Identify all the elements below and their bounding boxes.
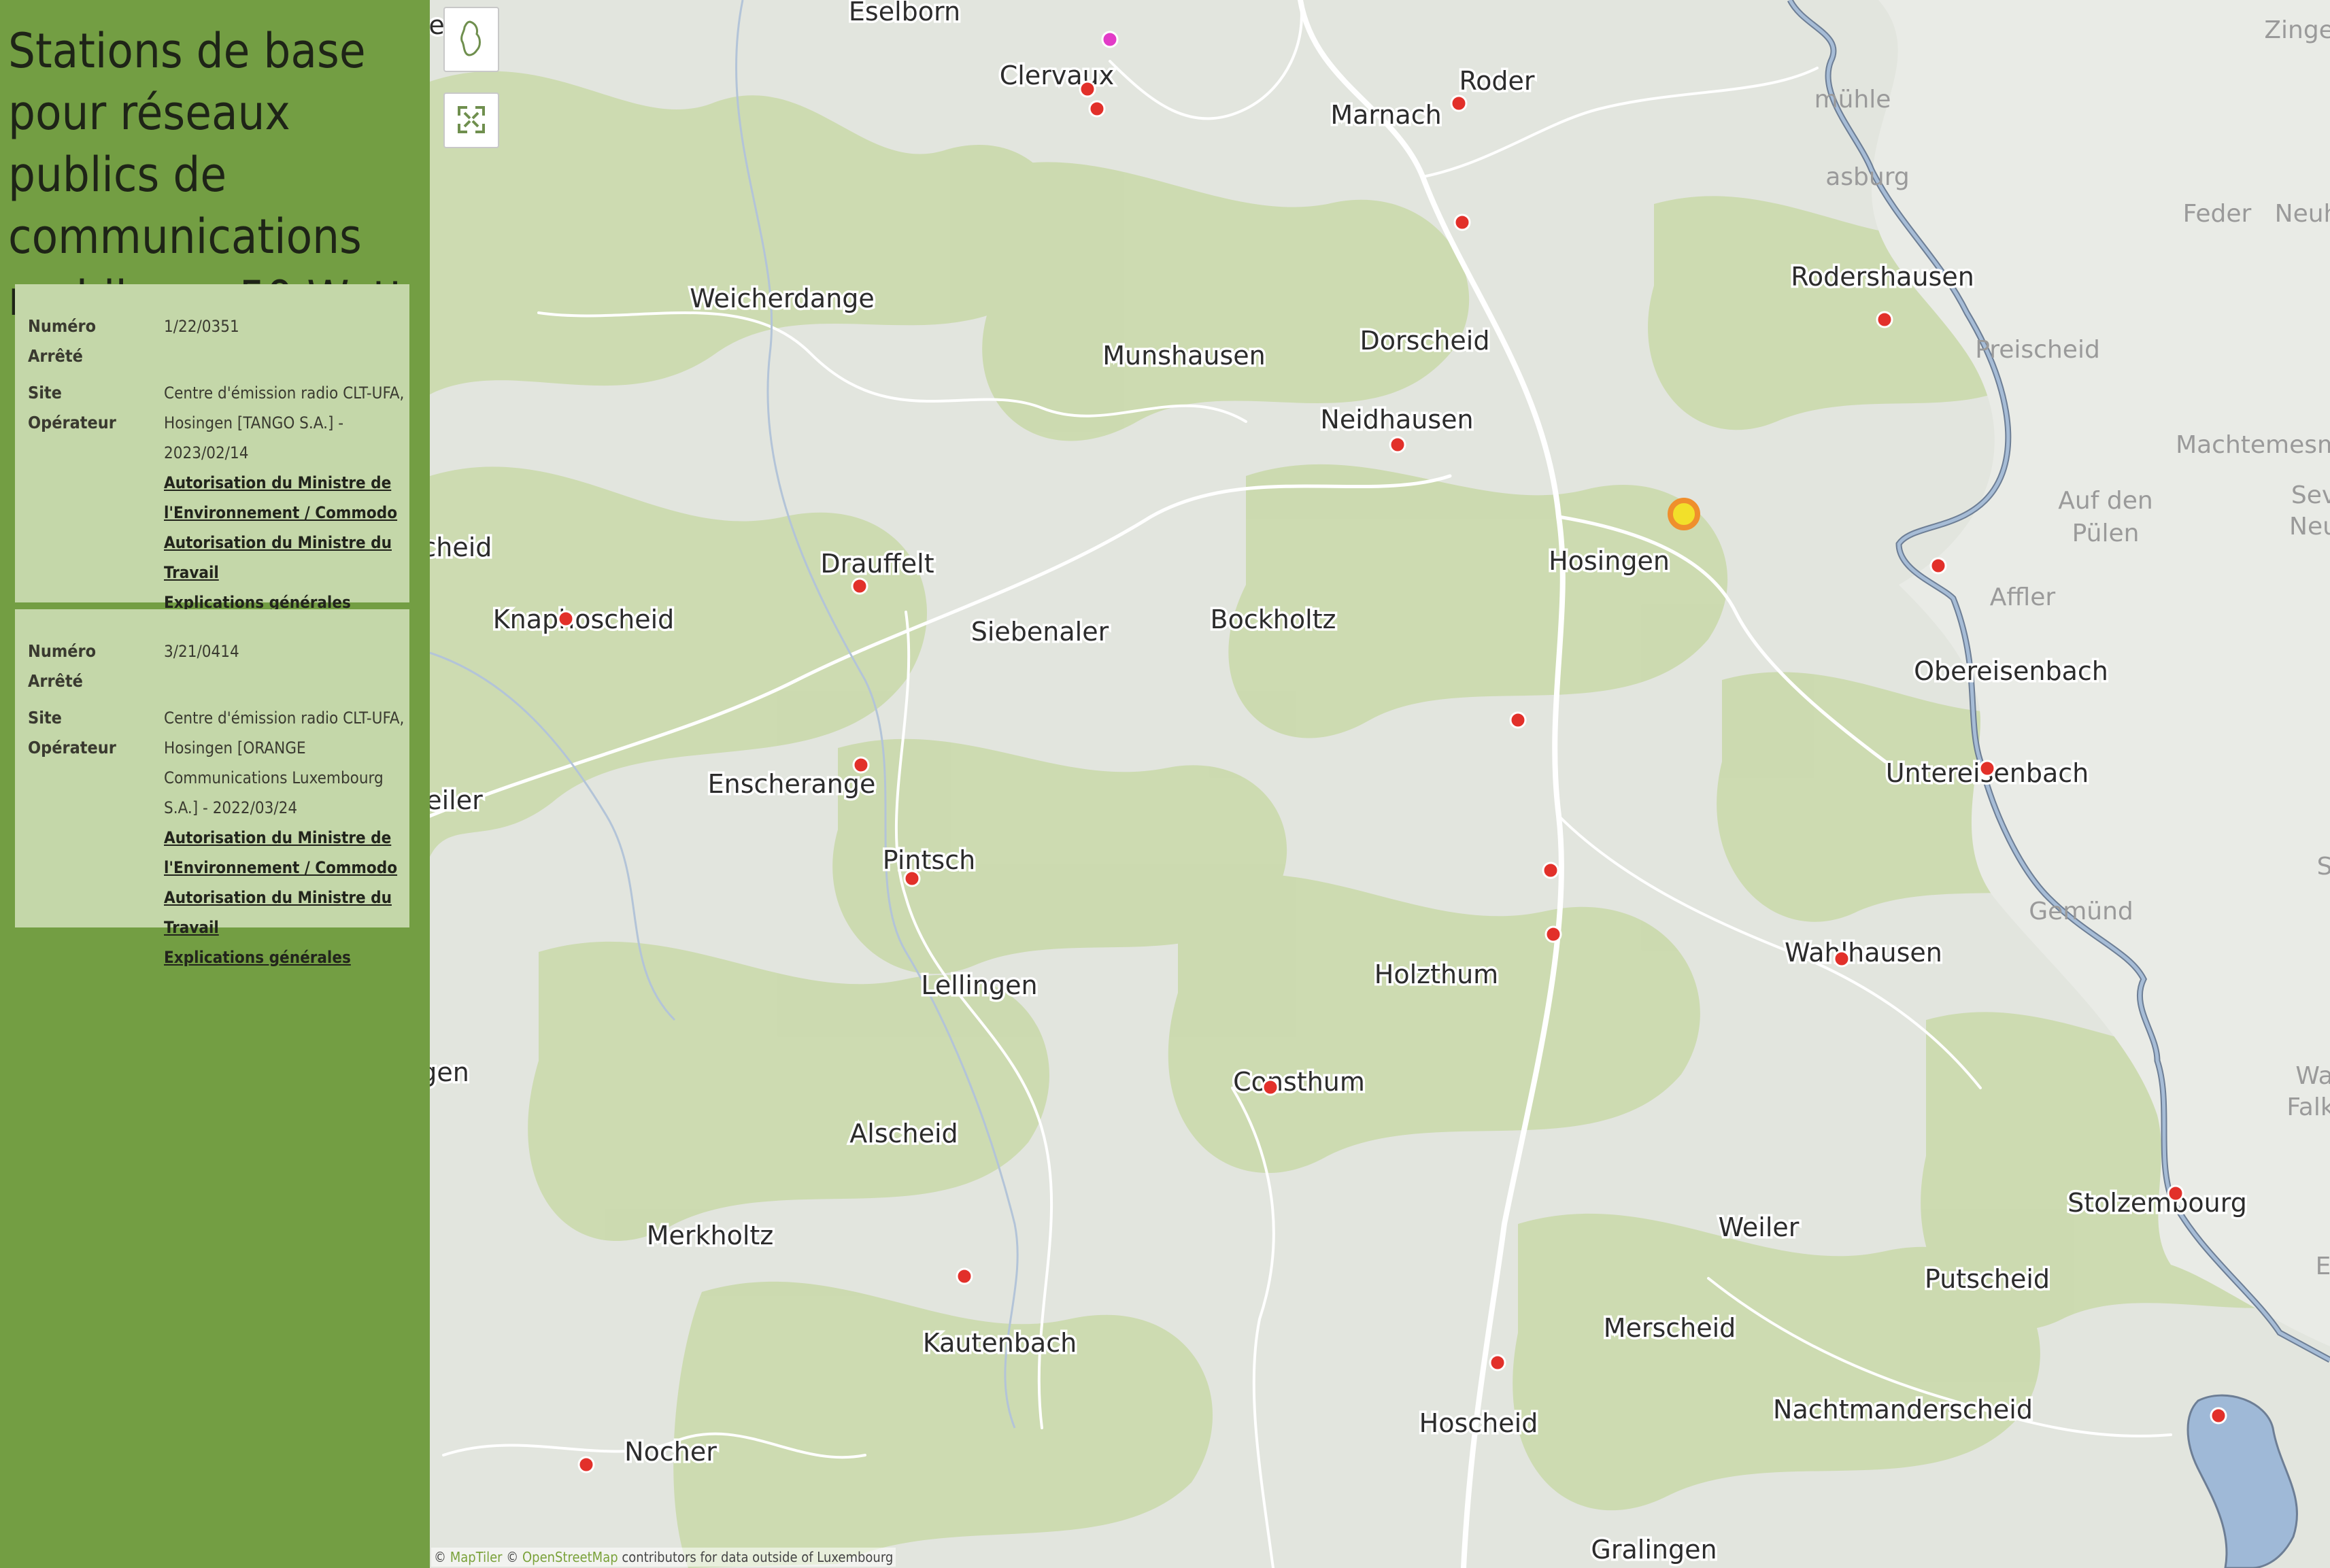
- site-value: Centre d'émission radio CLT-UFA, Hosinge…: [164, 709, 405, 817]
- station-marker[interactable]: [1489, 1354, 1506, 1371]
- numero-value: 1/22/0351: [164, 317, 239, 336]
- site-label: Site: [28, 708, 62, 728]
- country-view-button[interactable]: [443, 7, 499, 72]
- numero-row: Numéro 1/22/0351: [28, 311, 409, 341]
- station-card: Numéro 3/21/0414 Arrêté Site Opérateur C…: [15, 609, 409, 967]
- selected-station-marker[interactable]: [1668, 498, 1700, 530]
- link-travail[interactable]: Autorisation du Ministre du Travail: [164, 528, 409, 587]
- sidebar: Stations de base pour réseaux publics de…: [0, 0, 430, 1568]
- operateur-label: Opérateur: [28, 738, 116, 757]
- operateur-label: Opérateur: [28, 413, 116, 432]
- arrete-row: Arrêté: [28, 666, 409, 696]
- site-value-block: Centre d'émission radio CLT-UFA, Hosinge…: [164, 703, 409, 972]
- attribution-sep: ©: [502, 1549, 522, 1565]
- site-operateur-labels: Site Opérateur: [28, 378, 164, 617]
- station-marker[interactable]: [1833, 950, 1851, 968]
- station-markers[interactable]: [430, 0, 2330, 1568]
- site-row: Site Opérateur Centre d'émission radio C…: [28, 703, 409, 972]
- station-marker[interactable]: [2167, 1184, 2184, 1202]
- arrete-label: Arrêté: [28, 671, 83, 691]
- link-environnement[interactable]: Autorisation du Ministre de l'Environnem…: [164, 468, 409, 528]
- station-card: Numéro 1/22/0351 Arrêté Site Opérateur C…: [15, 284, 409, 612]
- expand-icon: [458, 106, 485, 133]
- map-attribution: © MapTiler © OpenStreetMap contributors …: [431, 1548, 896, 1567]
- numero-value: 3/21/0414: [164, 642, 239, 661]
- station-marker[interactable]: [1929, 557, 1947, 575]
- arrete-row: Arrêté: [28, 341, 409, 371]
- map-view[interactable]: Eselborn Clervaux Roder Marnach Weicherd…: [430, 0, 2330, 1568]
- luxembourg-outline-icon: [460, 20, 481, 56]
- station-marker[interactable]: [1542, 862, 1559, 879]
- osm-link[interactable]: OpenStreetMap: [522, 1549, 618, 1565]
- link-explications[interactable]: Explications générales: [164, 942, 409, 972]
- station-marker[interactable]: [1978, 760, 1996, 777]
- station-marker[interactable]: [1876, 311, 1893, 328]
- station-marker[interactable]: [577, 1456, 595, 1473]
- station-marker[interactable]: [956, 1267, 973, 1285]
- numero-label: Numéro: [28, 641, 97, 661]
- station-marker[interactable]: [851, 577, 868, 595]
- site-row: Site Opérateur Centre d'émission radio C…: [28, 378, 409, 617]
- fullscreen-button[interactable]: [443, 92, 499, 148]
- site-label: Site: [28, 383, 62, 403]
- numero-label: Numéro: [28, 316, 97, 336]
- link-travail[interactable]: Autorisation du Ministre du Travail: [164, 883, 409, 942]
- station-marker[interactable]: [1453, 214, 1471, 231]
- numero-row: Numéro 3/21/0414: [28, 636, 409, 666]
- page-title: Stations de base pour réseaux publics de…: [8, 23, 406, 326]
- station-marker[interactable]: [903, 870, 921, 887]
- site-operateur-labels: Site Opérateur: [28, 703, 164, 972]
- arrete-label: Arrêté: [28, 346, 83, 366]
- station-marker[interactable]: [1079, 80, 1096, 98]
- site-value: Centre d'émission radio CLT-UFA, Hosinge…: [164, 384, 405, 462]
- maptiler-link[interactable]: MapTiler: [450, 1549, 503, 1565]
- station-marker[interactable]: [1509, 711, 1527, 729]
- station-marker[interactable]: [1389, 436, 1406, 454]
- station-marker[interactable]: [1088, 100, 1106, 118]
- magenta-marker[interactable]: [1101, 31, 1119, 48]
- station-marker[interactable]: [1544, 925, 1562, 943]
- attribution-prefix: ©: [434, 1549, 450, 1565]
- station-marker[interactable]: [852, 756, 870, 774]
- link-environnement[interactable]: Autorisation du Ministre de l'Environnem…: [164, 823, 409, 883]
- station-marker[interactable]: [1450, 95, 1468, 112]
- site-value-block: Centre d'émission radio CLT-UFA, Hosinge…: [164, 378, 409, 617]
- station-marker[interactable]: [557, 610, 575, 628]
- station-marker[interactable]: [2210, 1407, 2227, 1425]
- station-marker[interactable]: [1262, 1078, 1279, 1096]
- attribution-suffix: contributors for data outside of Luxembo…: [618, 1549, 894, 1565]
